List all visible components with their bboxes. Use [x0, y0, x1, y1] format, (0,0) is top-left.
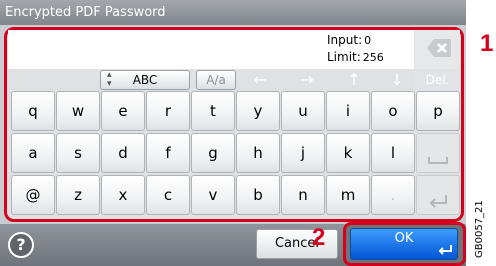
- cursor-down-button[interactable]: ↓: [378, 70, 416, 90]
- input-label: Input:: [327, 33, 363, 47]
- case-toggle-button[interactable]: A/a: [196, 70, 236, 90]
- key-a[interactable]: a: [11, 133, 55, 173]
- cancel-button[interactable]: Cancel: [256, 229, 338, 259]
- backspace-icon: [427, 39, 451, 57]
- key-l[interactable]: l: [371, 133, 415, 173]
- key-at[interactable]: @: [11, 175, 55, 215]
- key-w[interactable]: w: [56, 91, 100, 131]
- window-title: Encrypted PDF Password: [0, 0, 466, 25]
- arrow-down-icon: ↓: [390, 70, 404, 89]
- space-key[interactable]: [416, 133, 460, 173]
- key-z[interactable]: z: [56, 175, 100, 215]
- mode-select-label: ABC: [132, 73, 158, 87]
- key-x[interactable]: x: [101, 175, 145, 215]
- key-r[interactable]: r: [146, 91, 190, 131]
- key-g[interactable]: g: [191, 133, 235, 173]
- key-j[interactable]: j: [281, 133, 325, 173]
- limit-count: 256: [362, 51, 384, 64]
- case-toggle-label: A/a: [206, 73, 226, 87]
- enter-icon: [429, 194, 447, 208]
- delete-button[interactable]: Del.: [415, 69, 460, 91]
- callout-1: 1: [480, 30, 494, 57]
- key-u[interactable]: u: [281, 91, 325, 131]
- updown-icon: ▴ ▾: [107, 70, 112, 89]
- enter-icon: [438, 245, 452, 255]
- arrow-left-icon: ←: [253, 70, 267, 89]
- key-t[interactable]: t: [191, 91, 235, 131]
- key-n[interactable]: n: [281, 175, 325, 215]
- password-input-field[interactable]: Input: 0 Limit: 256: [8, 30, 414, 69]
- delete-label: Del.: [425, 73, 450, 87]
- key-c[interactable]: c: [146, 175, 190, 215]
- key-o[interactable]: o: [371, 91, 415, 131]
- cursor-right-button[interactable]: →: [288, 70, 326, 90]
- character-counter: Input: 0 Limit: 256: [327, 32, 384, 66]
- key-f[interactable]: f: [146, 133, 190, 173]
- arrow-up-icon: ↑: [347, 70, 361, 89]
- key-k[interactable]: k: [326, 133, 370, 173]
- help-icon: ?: [16, 235, 26, 254]
- key-b[interactable]: b: [236, 175, 280, 215]
- ok-button[interactable]: OK: [350, 228, 458, 260]
- key-e[interactable]: e: [101, 91, 145, 131]
- key-i[interactable]: i: [326, 91, 370, 131]
- help-button[interactable]: ?: [8, 232, 34, 258]
- cursor-up-button[interactable]: ↑: [335, 70, 373, 90]
- limit-label: Limit:: [327, 50, 361, 64]
- key-s[interactable]: s: [56, 133, 100, 173]
- cursor-left-button[interactable]: ←: [241, 70, 279, 90]
- figure-id: GB0057_21: [474, 200, 485, 258]
- input-count: 0: [364, 34, 372, 47]
- mode-select[interactable]: ▴ ▾ ABC: [100, 70, 190, 90]
- key-h[interactable]: h: [236, 133, 280, 173]
- key-m[interactable]: m: [326, 175, 370, 215]
- key-p[interactable]: p: [416, 91, 460, 131]
- arrow-right-icon: →: [300, 70, 314, 89]
- callout-2: 2: [312, 224, 326, 251]
- key-d[interactable]: d: [101, 133, 145, 173]
- key-v[interactable]: v: [191, 175, 235, 215]
- enter-key[interactable]: [416, 175, 460, 215]
- key-y[interactable]: y: [236, 91, 280, 131]
- key-q[interactable]: q: [11, 91, 55, 131]
- space-icon: [428, 156, 448, 164]
- ok-label: OK: [394, 231, 414, 246]
- key-period[interactable]: .: [371, 175, 415, 215]
